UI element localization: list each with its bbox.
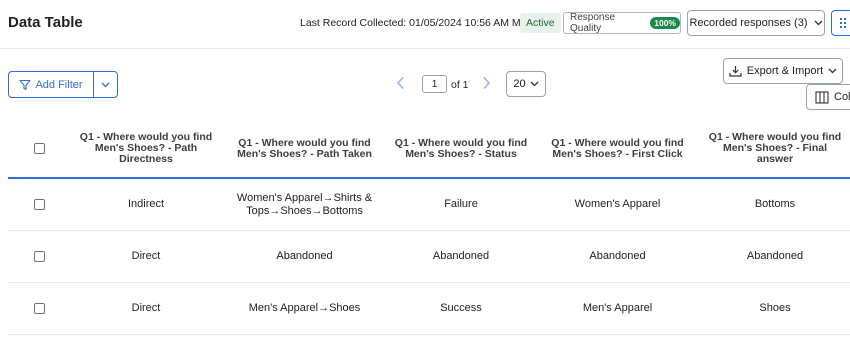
select-all-cell: [8, 143, 70, 154]
table-cell: Abandoned: [432, 250, 490, 262]
table-cell: Shoes: [759, 302, 791, 314]
column-header[interactable]: Q1 - Where would you find Men's Shoes? -…: [535, 137, 700, 160]
grid-icon: [840, 18, 846, 28]
select-all-checkbox[interactable]: [34, 143, 45, 154]
page-number-input[interactable]: [422, 75, 447, 93]
column-header[interactable]: Q1 - Where would you find Men's Shoes? -…: [70, 132, 222, 165]
table-options-button[interactable]: [831, 10, 850, 36]
export-import-label: Export & Import: [746, 65, 824, 77]
row-checkbox[interactable]: [34, 199, 45, 210]
table-cell: Success: [440, 302, 482, 314]
response-quality-pill: 100%: [650, 17, 680, 29]
chevron-down-icon: [828, 68, 837, 74]
add-filter-dropdown[interactable]: [94, 72, 117, 97]
table-cell: Direct: [131, 302, 161, 314]
column-header[interactable]: Q1 - Where would you find Men's Shoes? -…: [222, 137, 387, 160]
table-row[interactable]: Indirect Women's Apparel→Shirts & Tops→S…: [8, 179, 850, 231]
row-select-cell: [8, 199, 70, 210]
table-row[interactable]: Direct Men's Apparel→Shoes Success Men's…: [8, 283, 850, 335]
table-cell: Women's Apparel: [574, 198, 661, 210]
table-cell: Indirect: [127, 198, 165, 210]
header-divider: [0, 48, 850, 49]
previous-page-icon[interactable]: [396, 76, 405, 90]
row-checkbox[interactable]: [34, 303, 45, 314]
last-record-text: Last Record Collected: 01/05/2024 10:56 …: [300, 17, 535, 29]
page-count: of 1: [451, 79, 469, 91]
add-filter-group: Add Filter: [8, 71, 118, 98]
export-import-button[interactable]: Export & Import: [723, 58, 843, 84]
status-badge: Active: [520, 13, 561, 33]
page-size-select[interactable]: 20: [506, 71, 546, 97]
page-size-value: 20: [513, 78, 526, 90]
table-cell: Abandoned: [276, 250, 333, 262]
recorded-responses-dropdown[interactable]: Recorded responses (3): [687, 10, 825, 36]
table-cell: Abandoned: [746, 250, 804, 262]
next-page-icon[interactable]: [482, 76, 491, 90]
table-cell: Bottoms: [754, 198, 796, 210]
columns-icon: [815, 90, 829, 104]
row-checkbox[interactable]: [34, 251, 45, 262]
column-header[interactable]: Q1 - Where would you find Men's Shoes? -…: [700, 132, 850, 165]
columns-button[interactable]: Col: [806, 84, 850, 110]
table-cell: Direct: [131, 250, 161, 262]
add-filter-button[interactable]: Add Filter: [9, 72, 94, 97]
table-cell: Women's Apparel→Shirts & Tops→Shoes→Bott…: [236, 191, 373, 217]
column-header[interactable]: Q1 - Where would you find Men's Shoes? -…: [387, 137, 535, 160]
table-cell: Failure: [444, 198, 478, 210]
page-title: Data Table: [8, 14, 83, 31]
filter-icon: [19, 79, 32, 90]
row-select-cell: [8, 251, 70, 262]
response-quality-label: Response Quality: [570, 12, 616, 34]
response-quality-button[interactable]: Response Quality 100%: [563, 12, 681, 34]
add-filter-label: Add Filter: [35, 78, 83, 91]
row-select-cell: [8, 303, 70, 314]
table-cell: Men's Apparel: [582, 302, 653, 314]
table-row[interactable]: Direct Abandoned Abandoned Abandoned Aba…: [8, 231, 850, 283]
recorded-responses-label: Recorded responses (3): [689, 17, 808, 29]
chevron-down-icon: [530, 81, 539, 87]
columns-label: Col: [834, 91, 850, 103]
table-header-row: Q1 - Where would you find Men's Shoes? -…: [8, 120, 850, 179]
download-icon: [729, 66, 742, 77]
table-cell: Men's Apparel→Shoes: [248, 302, 361, 314]
chevron-down-icon: [814, 20, 822, 26]
data-table: Q1 - Where would you find Men's Shoes? -…: [8, 120, 850, 335]
table-cell: Abandoned: [589, 250, 646, 262]
chevron-down-icon: [101, 82, 110, 87]
